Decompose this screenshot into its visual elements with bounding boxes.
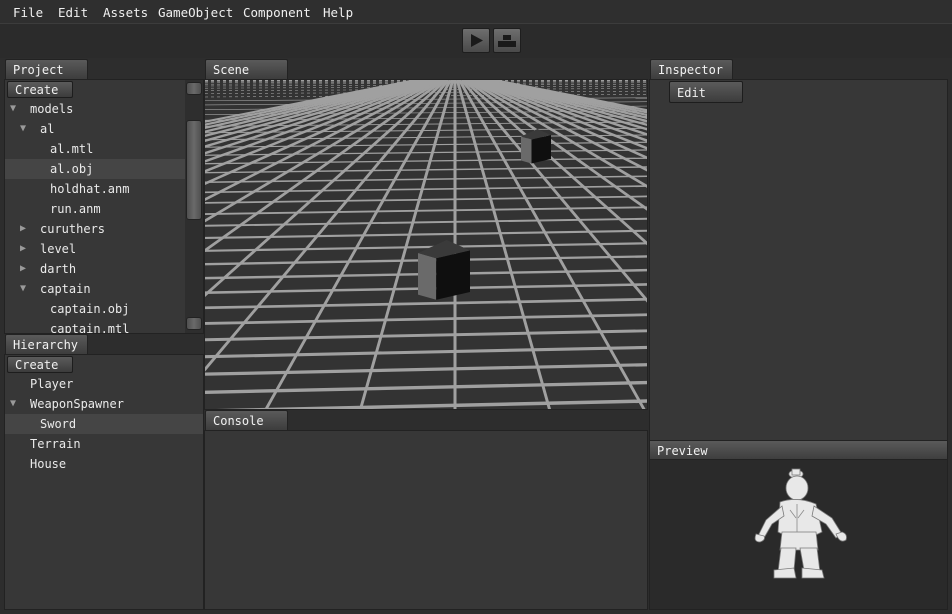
grid-line: [205, 80, 434, 163]
project-tree-item[interactable]: run.anm: [5, 199, 185, 219]
cube-object[interactable]: [418, 240, 470, 300]
grid-line: [205, 80, 427, 142]
play-button[interactable]: [462, 28, 490, 53]
project-tree-item-label: run.anm: [50, 202, 101, 216]
project-tree-item[interactable]: ▼ al: [5, 119, 185, 139]
grid-line: [205, 80, 429, 148]
menu-edit[interactable]: Edit: [58, 5, 88, 20]
hierarchy-tree-item-label: Player: [30, 377, 74, 391]
hierarchy-tree-item[interactable]: Terrain: [5, 434, 203, 454]
grid-line: [205, 80, 438, 186]
menu-assets[interactable]: Assets: [103, 5, 148, 20]
preview-panel: [649, 459, 948, 610]
project-create-button[interactable]: Create: [7, 81, 73, 98]
project-tree-item[interactable]: captain.obj: [5, 299, 185, 319]
project-tree-item-label: holdhat.anm: [50, 182, 130, 196]
project-tree-item-label: al.mtl: [50, 142, 94, 156]
character-model-preview: [754, 468, 847, 579]
tab-hierarchy[interactable]: Hierarchy: [5, 334, 88, 354]
grid-line: [205, 185, 647, 194]
project-tree-item-label: al.obj: [50, 162, 94, 176]
project-tree-item-label: captain.obj: [50, 302, 130, 316]
hierarchy-tree-item-label: Sword: [40, 417, 77, 431]
hierarchy-tree-item[interactable]: ▼ WeaponSpawner: [5, 394, 203, 414]
menu-help[interactable]: Help: [323, 5, 353, 20]
collapse-arrow-icon[interactable]: ▶: [20, 263, 26, 274]
tab-scene[interactable]: Scene: [205, 59, 288, 79]
grid-line: [205, 329, 647, 342]
inspector-edit-button[interactable]: Edit: [669, 81, 743, 103]
tab-console[interactable]: Console: [205, 410, 288, 430]
project-scrollbar[interactable]: [185, 80, 203, 333]
scroll-up-button[interactable]: [186, 82, 202, 95]
hierarchy-tree-item[interactable]: House: [5, 454, 203, 474]
collapse-arrow-icon[interactable]: ▶: [20, 243, 26, 254]
project-tree-item[interactable]: holdhat.anm: [5, 179, 185, 199]
hierarchy-tree: Player ▼ WeaponSpawner Sword Terrain House: [5, 374, 203, 610]
project-tree-item[interactable]: al.obj: [5, 159, 185, 179]
project-tree-item-label: captain: [40, 282, 91, 296]
project-tree-item[interactable]: ▼ models: [5, 99, 185, 119]
hierarchy-create-button[interactable]: Create: [7, 356, 73, 373]
grid-line: [205, 363, 647, 376]
expand-arrow-icon[interactable]: ▼: [10, 398, 16, 409]
hierarchy-tree-item-label: House: [30, 457, 67, 471]
grid-line: [205, 80, 436, 173]
expand-arrow-icon[interactable]: ▼: [20, 123, 26, 134]
project-tree-item-label: al: [40, 122, 55, 136]
project-tree-item[interactable]: captain.mtl: [5, 319, 185, 334]
hierarchy-tree-item-label: Terrain: [30, 437, 81, 451]
project-tree-item[interactable]: al.mtl: [5, 139, 185, 159]
hierarchy-tree-item-label: WeaponSpawner: [30, 397, 124, 411]
grid-line: [205, 206, 647, 215]
layers-icon: [498, 35, 516, 47]
project-tree: ▼ models ▼ al al.mtl al.obj holdhat.anm run.anm…: [5, 99, 185, 334]
menu-file[interactable]: File: [13, 5, 43, 20]
collapse-arrow-icon[interactable]: ▶: [20, 223, 26, 234]
project-tree-item-label: captain.mtl: [50, 322, 130, 334]
tab-project[interactable]: Project: [5, 59, 88, 79]
project-tree-item-label: darth: [40, 262, 77, 276]
project-tree-item-label: level: [40, 242, 77, 256]
menu-gameobject[interactable]: GameObject: [158, 5, 233, 20]
project-tree-item[interactable]: ▼ captain: [5, 279, 185, 299]
expand-arrow-icon[interactable]: ▼: [20, 283, 26, 294]
grid-line: [205, 380, 647, 394]
hierarchy-tree-item[interactable]: Sword: [5, 414, 203, 434]
project-tree-item-label: models: [30, 102, 74, 116]
expand-arrow-icon[interactable]: ▼: [10, 103, 16, 114]
console-panel: [204, 430, 648, 610]
toolbar: [0, 24, 952, 58]
scroll-thumb[interactable]: [186, 120, 202, 220]
scene-view[interactable]: [204, 79, 648, 410]
play-icon: [471, 34, 483, 47]
grid-line: [205, 345, 647, 359]
scene-grid: [205, 80, 647, 409]
layers-button[interactable]: [493, 28, 521, 53]
menu-bar: File Edit Assets GameObject Component He…: [0, 0, 952, 24]
inspector-panel: Edit: [649, 79, 948, 441]
grid-line: [205, 80, 441, 202]
project-tree-item-label: curuthers: [40, 222, 106, 236]
grid-line: [205, 80, 432, 155]
tab-inspector[interactable]: Inspector: [650, 59, 733, 79]
tab-preview[interactable]: Preview: [649, 440, 948, 460]
menu-component[interactable]: Component: [243, 5, 311, 20]
project-tree-item[interactable]: ▶ level: [5, 239, 185, 259]
project-tree-item[interactable]: ▶ curuthers: [5, 219, 185, 239]
project-tree-item[interactable]: ▶ darth: [5, 259, 185, 279]
scroll-down-button[interactable]: [186, 317, 202, 330]
hierarchy-tree-item[interactable]: Player: [5, 374, 203, 394]
grid-line: [205, 313, 647, 325]
hierarchy-panel: Create Player ▼ WeaponSpawner Sword Terrain H…: [4, 354, 204, 610]
project-panel: Create ▼ models ▼ al al.mtl al.obj holdhat.anm…: [4, 79, 204, 334]
